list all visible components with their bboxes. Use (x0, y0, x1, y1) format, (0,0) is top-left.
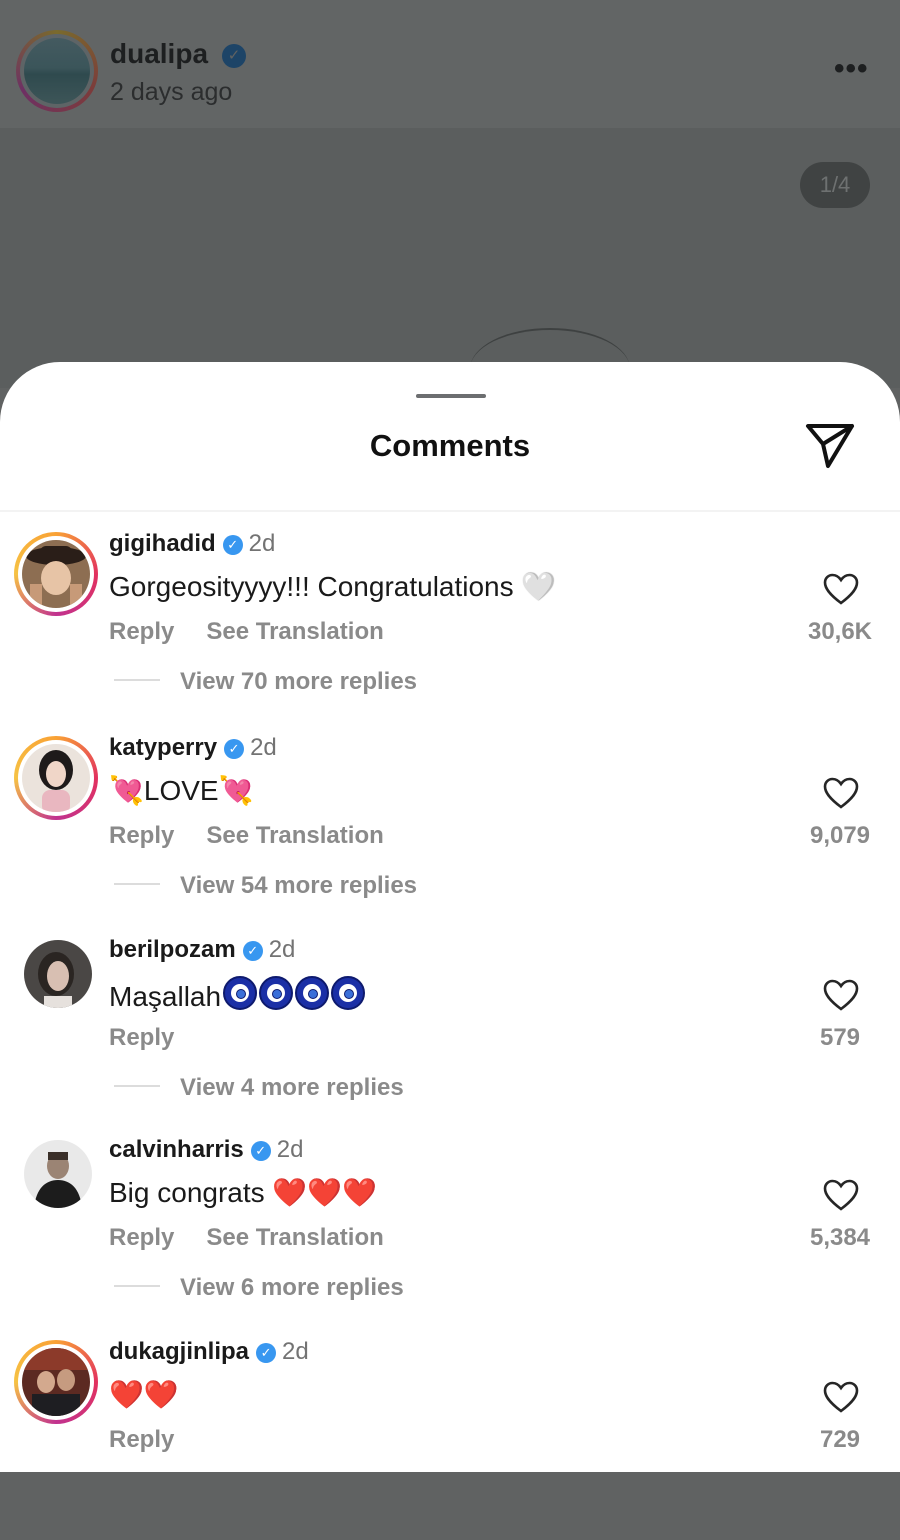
avatar[interactable] (14, 532, 98, 616)
evil-eye-icon (259, 976, 294, 1010)
verified-badge-icon: ✓ (242, 941, 263, 961)
comment-username[interactable]: berilpozam ✓ 2d (109, 936, 295, 964)
comment-time: 2d (248, 530, 276, 557)
comment-time: 2d (282, 1338, 309, 1365)
comment-text: 💘LOVE💘 (109, 775, 254, 806)
verified-badge-icon: ✓ (222, 44, 246, 68)
comments-sheet: Comments gigihadid ✓ 2d Gorgeosityyyy!!!… (0, 362, 900, 1472)
view-replies-button[interactable]: View 54 more replies (114, 872, 417, 900)
comment-time: 2d (268, 936, 296, 963)
comment-username[interactable]: katyperry ✓ 2d (109, 734, 277, 762)
like-count: 729 (819, 1426, 861, 1453)
red-heart-icon: ❤️❤️❤️ (272, 1177, 378, 1208)
sheet-grabber-handle[interactable] (416, 394, 486, 398)
comment-text: Big congrats ❤️❤️❤️ (109, 1177, 378, 1208)
carousel-page-counter: 1/4 (800, 162, 870, 208)
verified-badge-icon: ✓ (256, 1343, 277, 1363)
like-count: 30,6K (807, 618, 873, 645)
view-replies-button[interactable]: View 4 more replies (114, 1074, 404, 1102)
view-replies-button[interactable]: View 6 more replies (114, 1274, 404, 1302)
see-translation-button[interactable]: See Translation (206, 822, 383, 849)
verified-badge-icon: ✓ (250, 1141, 271, 1161)
avatar[interactable] (14, 938, 98, 1022)
comment-actions: Reply (109, 1426, 174, 1454)
comment-text: ❤️❤️ (109, 1378, 179, 1411)
like-count: 9,079 (809, 822, 871, 849)
heart-like-icon[interactable] (822, 572, 860, 606)
post-timestamp: 2 days ago (110, 78, 233, 106)
evil-eye-icon (223, 976, 258, 1010)
post-username[interactable]: dualipa (110, 38, 208, 70)
verified-badge-icon: ✓ (224, 739, 245, 759)
comment-actions: Reply See Translation (109, 822, 384, 850)
white-heart-icon: 🤍 (521, 571, 557, 602)
view-replies-button[interactable]: View 70 more replies (114, 668, 417, 696)
comment-text: Maşallah (109, 976, 366, 1013)
avatar[interactable] (14, 1340, 98, 1424)
more-options-icon[interactable]: ••• (834, 52, 869, 86)
reply-button[interactable]: Reply (109, 1426, 174, 1453)
comment-username[interactable]: dukagjinlipa ✓ 2d (109, 1338, 309, 1366)
heart-arrow-icon: 💘 (109, 775, 144, 806)
comment-item: dukagjinlipa ✓ 2d ❤️❤️ Reply 729 (0, 1338, 900, 1540)
comment-item: gigihadid ✓ 2d Gorgeosityyyy!!! Congratula… (0, 530, 900, 732)
heart-like-icon[interactable] (822, 978, 860, 1012)
reply-button[interactable]: Reply (109, 618, 174, 645)
evil-eye-icon (331, 976, 366, 1010)
post-author-avatar[interactable] (16, 30, 98, 112)
comment-actions: Reply (109, 1024, 174, 1052)
heart-like-icon[interactable] (822, 776, 860, 810)
evil-eye-icon (295, 976, 330, 1010)
like-count: 5,384 (809, 1224, 871, 1251)
see-translation-button[interactable]: See Translation (206, 618, 383, 645)
comment-username[interactable]: gigihadid ✓ 2d (109, 530, 275, 558)
divider (0, 510, 900, 512)
comment-username[interactable]: calvinharris ✓ 2d (109, 1136, 303, 1164)
verified-badge-icon: ✓ (222, 535, 243, 555)
avatar[interactable] (14, 736, 98, 820)
comment-item: berilpozam ✓ 2d Maşallah Reply View 4 more… (0, 936, 900, 1138)
paper-plane-icon[interactable] (804, 420, 856, 470)
comment-item: katyperry ✓ 2d 💘LOVE💘 Reply See Translation… (0, 734, 900, 936)
heart-like-icon[interactable] (822, 1178, 860, 1212)
comment-time: 2d (250, 734, 277, 761)
reply-button[interactable]: Reply (109, 1224, 174, 1251)
sheet-title: Comments (369, 428, 531, 463)
comment-time: 2d (276, 1136, 304, 1163)
comment-item: calvinharris ✓ 2d Big congrats ❤️❤️❤️ Repl… (0, 1136, 900, 1338)
see-translation-button[interactable]: See Translation (206, 1224, 383, 1251)
reply-button[interactable]: Reply (109, 822, 174, 849)
post-header: dualipa ✓ 2 days ago ••• (0, 0, 900, 128)
heart-arrow-icon: 💘 (218, 775, 254, 806)
post-image (0, 128, 900, 388)
comment-actions: Reply See Translation (109, 618, 384, 646)
avatar[interactable] (14, 1138, 98, 1222)
comment-text: Gorgeosityyyy!!! Congratulations 🤍 (109, 571, 557, 602)
heart-like-icon[interactable] (822, 1380, 860, 1414)
reply-button[interactable]: Reply (109, 1024, 174, 1051)
comment-actions: Reply See Translation (109, 1224, 384, 1252)
red-heart-icon: ❤️❤️ (109, 1379, 179, 1410)
like-count: 579 (819, 1024, 861, 1051)
